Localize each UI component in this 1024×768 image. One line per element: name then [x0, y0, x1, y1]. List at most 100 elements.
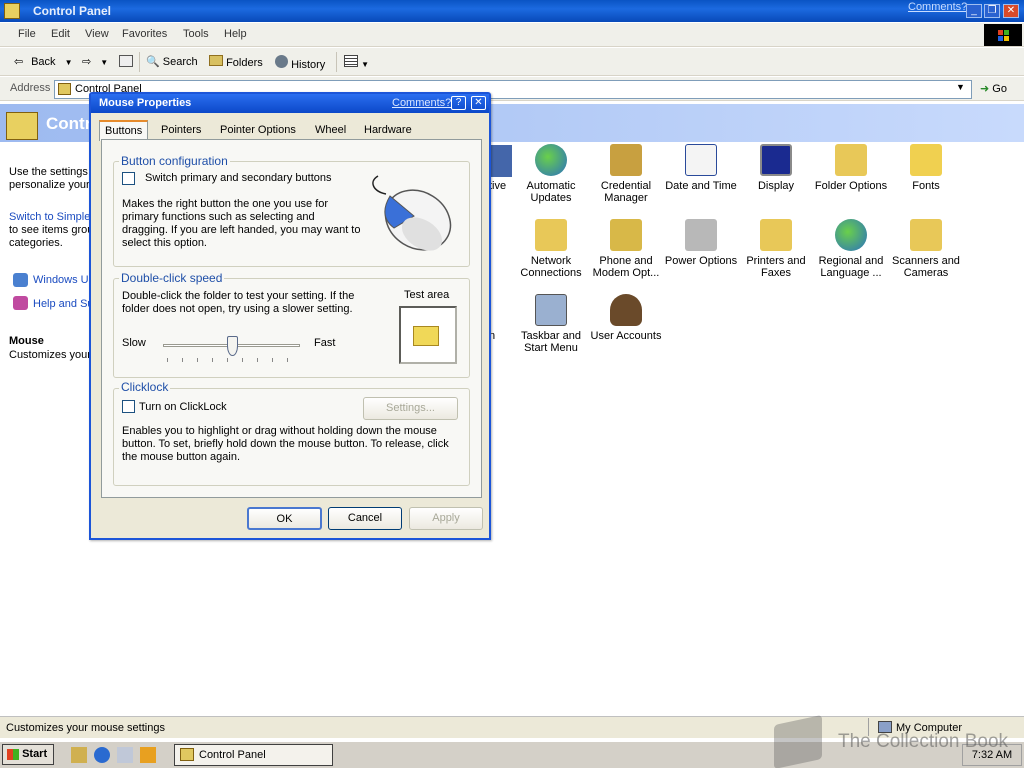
windows-flag-icon — [7, 748, 19, 760]
icon-network-connections[interactable]: Network Connections — [511, 219, 591, 279]
slow-label: Slow — [122, 337, 146, 349]
icon-automatic-updates[interactable]: Automatic Updates — [511, 144, 591, 204]
show-desktop-icon[interactable] — [71, 747, 87, 763]
control-panel-large-icon — [6, 112, 38, 140]
taskbar-icon — [535, 294, 567, 326]
clicklock-checkbox[interactable] — [122, 400, 135, 413]
windows-update-link[interactable]: Windows Up — [33, 274, 95, 286]
tab-hardware[interactable]: Hardware — [359, 121, 417, 140]
keys-icon — [610, 144, 642, 176]
icon-date-time[interactable]: Date and Time — [661, 144, 741, 192]
button-config-desc: Makes the right button the one you use f… — [122, 198, 361, 249]
chevron-down-icon: ▼ — [100, 58, 109, 67]
search-button[interactable]: 🔍 Search — [146, 55, 198, 68]
window-titlebar[interactable]: Control Panel Comments? _ ❐ ✕ — [0, 0, 1024, 22]
dialog-title: Mouse Properties — [99, 97, 192, 109]
fast-label: Fast — [314, 337, 336, 349]
back-button[interactable]: ⇦ Back ▼ — [14, 55, 73, 69]
icon-user-accounts[interactable]: User Accounts — [586, 294, 666, 342]
cancel-button[interactable]: Cancel — [328, 507, 402, 530]
help-support-link[interactable]: Help and Su — [33, 298, 94, 310]
selected-item-desc: Customizes your — [9, 349, 91, 361]
menu-favorites[interactable]: Favorites — [122, 28, 167, 40]
go-button[interactable]: ➜ Go — [980, 82, 1007, 95]
speed-slider-thumb[interactable] — [226, 336, 238, 356]
clicklock-desc: Enables you to highlight or drag without… — [122, 425, 449, 463]
up-folder-icon — [119, 55, 133, 67]
test-area-label: Test area — [404, 289, 450, 301]
back-arrow-icon: ⇦ — [14, 56, 24, 68]
tab-buttons[interactable]: Buttons — [99, 120, 149, 141]
address-label: Address — [10, 82, 51, 94]
globe-icon — [835, 219, 867, 251]
user-icon — [610, 294, 642, 326]
group-label-clicklock: Clicklock — [119, 380, 171, 394]
explorer-icon[interactable] — [117, 747, 133, 763]
close-button[interactable]: ✕ — [1003, 4, 1019, 18]
globe-icon — [535, 144, 567, 176]
help-button[interactable]: ? — [451, 96, 466, 110]
taskbar-control-panel-button[interactable]: Control Panel — [174, 744, 333, 766]
switch-view-link[interactable]: Switch to Simple — [9, 211, 90, 223]
phone-icon — [610, 219, 642, 251]
clicklock-label: Turn on ClickLock — [139, 401, 227, 413]
media-player-icon[interactable] — [140, 747, 156, 763]
folders-icon — [209, 55, 223, 66]
chevron-down-icon: ▼ — [64, 57, 73, 67]
window-title: Control Panel — [33, 4, 112, 18]
double-click-desc: Double-click the folder to test your set… — [122, 290, 355, 315]
test-area-box[interactable] — [399, 306, 457, 364]
go-arrow-icon: ➜ — [980, 83, 990, 95]
tab-pointer-options[interactable]: Pointer Options — [215, 121, 301, 140]
help-support-icon — [13, 296, 28, 310]
forward-button[interactable]: ⇨ ▼ — [82, 55, 108, 68]
folders-button[interactable]: Folders — [209, 55, 263, 69]
icon-display[interactable]: Display — [736, 144, 816, 192]
icon-partial-label: tive — [489, 180, 507, 192]
minimize-button[interactable]: _ — [966, 4, 982, 18]
icon-phone-modem[interactable]: Phone and Modem Opt... — [586, 219, 666, 279]
menu-file[interactable]: File — [18, 28, 36, 40]
power-plug-icon — [685, 219, 717, 251]
dialog-comments-link[interactable]: Comments? — [392, 97, 451, 109]
internet-explorer-icon[interactable] — [94, 747, 110, 763]
tab-pointers[interactable]: Pointers — [156, 121, 206, 140]
fonts-folder-icon — [910, 144, 942, 176]
book-logo-icon — [774, 714, 822, 768]
dialog-close-button[interactable]: ✕ — [471, 96, 486, 110]
windows-update-icon — [13, 273, 28, 287]
tab-wheel[interactable]: Wheel — [310, 121, 351, 140]
menu-tools[interactable]: Tools — [183, 28, 209, 40]
icon-printers-faxes[interactable]: Printers and Faxes — [736, 219, 816, 279]
icon-scanners-cameras[interactable]: Scanners and Cameras — [886, 219, 966, 279]
icon-regional-language[interactable]: Regional and Language ... — [811, 219, 891, 279]
apply-button[interactable]: Apply — [409, 507, 483, 530]
folder-icon — [413, 326, 439, 346]
clicklock-settings-button[interactable]: Settings... — [363, 397, 458, 420]
group-label-button-config: Button configuration — [119, 154, 230, 168]
history-button[interactable]: History — [275, 55, 325, 71]
ok-button[interactable]: OK — [247, 507, 322, 530]
switch-buttons-checkbox[interactable] — [122, 172, 135, 185]
watermark-text: The Collection Book — [838, 731, 1009, 752]
intro-text-2: personalize your — [9, 179, 90, 191]
up-folder-button[interactable] — [119, 55, 133, 70]
intro-text-1: Use the settings — [9, 166, 88, 178]
comments-link[interactable]: Comments? — [908, 1, 967, 13]
switch-view-text-3: categories. — [9, 237, 63, 249]
control-panel-small-icon — [180, 748, 194, 761]
icon-taskbar-start[interactable]: Taskbar and Start Menu — [511, 294, 591, 354]
menu-edit[interactable]: Edit — [51, 28, 70, 40]
icon-credential-manager[interactable]: Credential Manager — [586, 144, 666, 204]
restore-button[interactable]: ❐ — [984, 4, 1000, 18]
selected-item-title: Mouse — [9, 335, 44, 347]
icon-fonts[interactable]: Fonts — [886, 144, 966, 192]
menu-view[interactable]: View — [85, 28, 109, 40]
views-button[interactable]: ▼ — [344, 55, 369, 70]
icon-folder-options[interactable]: Folder Options — [811, 144, 891, 192]
icon-power-options[interactable]: Power Options — [661, 219, 741, 267]
network-folder-icon — [535, 219, 567, 251]
address-dropdown-icon[interactable]: ▼ — [956, 82, 965, 92]
menu-help[interactable]: Help — [224, 28, 247, 40]
start-button[interactable]: Start — [2, 744, 54, 765]
